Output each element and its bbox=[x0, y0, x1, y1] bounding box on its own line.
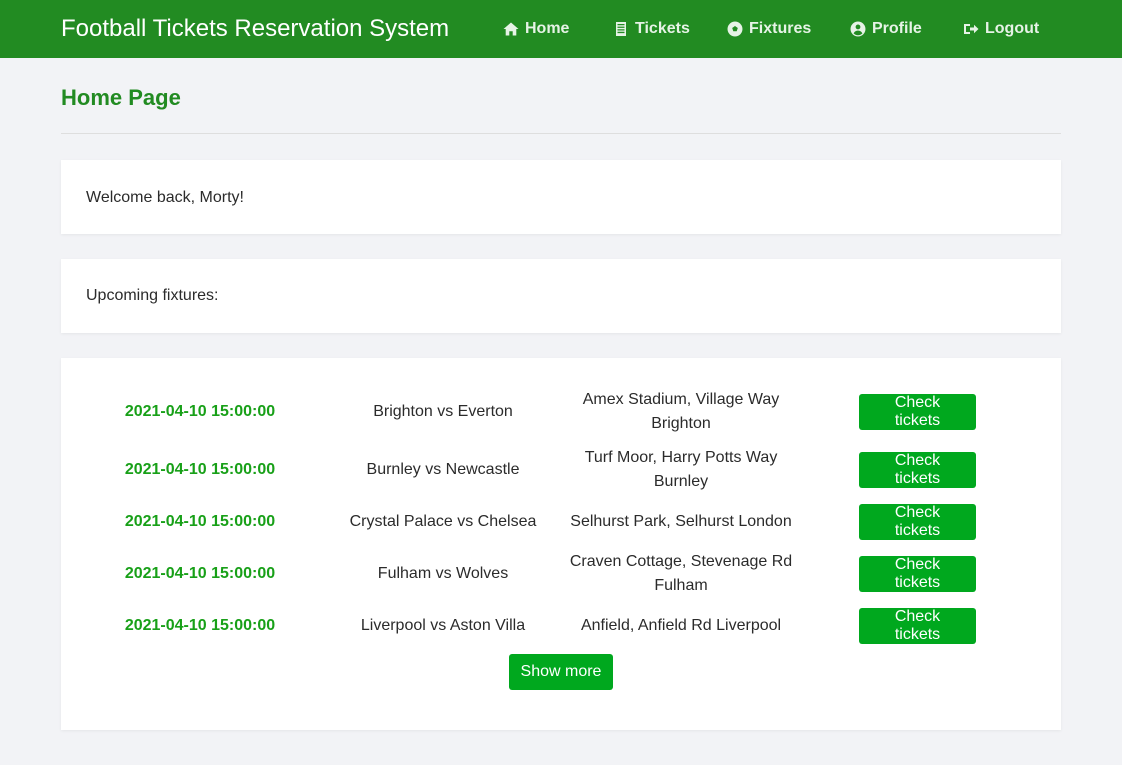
welcome-message: Welcome back, Morty! bbox=[86, 189, 244, 206]
fixture-venue: Turf Moor, Harry Potts Way Burnley bbox=[551, 446, 811, 494]
nav-tickets[interactable]: Tickets bbox=[613, 17, 690, 41]
fixture-row: 2021-04-10 15:00:00 Crystal Palace vs Ch… bbox=[61, 504, 1061, 540]
fixture-venue: Craven Cottage, Stevenage Rd Fulham bbox=[551, 550, 811, 598]
check-tickets-cell: Check tickets bbox=[859, 452, 976, 491]
nav-logout-label: Logout bbox=[985, 20, 1040, 37]
fixture-row: 2021-04-10 15:00:00 Liverpool vs Aston V… bbox=[61, 608, 1061, 644]
fixture-datetime: 2021-04-10 15:00:00 bbox=[124, 617, 276, 634]
nav-profile-label: Profile bbox=[872, 20, 922, 37]
fixture-venue-line1: Selhurst Park, Selhurst London bbox=[570, 513, 792, 530]
app-title: Football Tickets Reservation System bbox=[61, 15, 450, 42]
fixture-match: Fulham vs Wolves bbox=[377, 565, 509, 582]
fixture-venue: Anfield, Anfield Rd Liverpool bbox=[551, 614, 811, 638]
nav-profile[interactable]: Profile bbox=[850, 17, 922, 41]
logout-icon bbox=[963, 21, 979, 37]
title-divider bbox=[61, 133, 1061, 134]
nav-tickets-label: Tickets bbox=[635, 20, 690, 37]
home-icon bbox=[503, 21, 519, 37]
nav-fixtures[interactable]: Fixtures bbox=[727, 17, 811, 41]
check-tickets-cell: Check tickets bbox=[859, 608, 976, 647]
check-tickets-button[interactable]: Check tickets bbox=[859, 394, 976, 430]
check-tickets-button[interactable]: Check tickets bbox=[859, 556, 976, 592]
fixture-match: Burnley vs Newcastle bbox=[366, 461, 520, 478]
check-tickets-button[interactable]: Check tickets bbox=[859, 608, 976, 644]
fixture-venue-line1: Turf Moor, Harry Potts Way bbox=[584, 449, 778, 466]
show-more-button[interactable]: Show more bbox=[508, 654, 614, 690]
welcome-card: Welcome back, Morty! bbox=[61, 160, 1061, 234]
nav-home[interactable]: Home bbox=[503, 17, 569, 41]
fixture-datetime: 2021-04-10 15:00:00 bbox=[124, 461, 276, 478]
nav-home-label: Home bbox=[525, 20, 570, 37]
fixtures-card: 2021-04-10 15:00:00 Brighton vs Everton … bbox=[61, 358, 1061, 730]
fixture-datetime: 2021-04-10 15:00:00 bbox=[124, 565, 276, 582]
upcoming-fixtures-label: Upcoming fixtures: bbox=[86, 287, 219, 304]
fixture-row: 2021-04-10 15:00:00 Burnley vs Newcastle… bbox=[61, 446, 1061, 494]
fixture-venue-line1: Anfield, Anfield Rd Liverpool bbox=[580, 617, 782, 634]
fixture-match: Liverpool vs Aston Villa bbox=[360, 617, 526, 634]
fixture-datetime: 2021-04-10 15:00:00 bbox=[124, 513, 276, 530]
check-tickets-cell: Check tickets bbox=[859, 556, 976, 595]
nav-fixtures-label: Fixtures bbox=[749, 20, 812, 37]
fixture-match: Brighton vs Everton bbox=[373, 403, 513, 420]
ticket-icon bbox=[613, 21, 629, 37]
fixture-row: 2021-04-10 15:00:00 Brighton vs Everton … bbox=[61, 388, 1061, 436]
fixture-venue-line1: Amex Stadium, Village Way bbox=[582, 391, 780, 408]
check-tickets-button[interactable]: Check tickets bbox=[859, 504, 976, 540]
nav-logout[interactable]: Logout bbox=[963, 17, 1039, 41]
check-tickets-cell: Check tickets bbox=[859, 394, 976, 433]
fixture-venue: Selhurst Park, Selhurst London bbox=[551, 510, 811, 534]
fixture-venue-line1: Craven Cottage, Stevenage Rd bbox=[569, 553, 793, 570]
check-tickets-button[interactable]: Check tickets bbox=[859, 452, 976, 488]
fixture-venue-line2: Brighton bbox=[651, 415, 711, 432]
check-tickets-cell: Check tickets bbox=[859, 504, 976, 543]
fixture-datetime: 2021-04-10 15:00:00 bbox=[124, 403, 276, 420]
fixture-venue-line2: Burnley bbox=[653, 473, 709, 490]
fixture-row: 2021-04-10 15:00:00 Fulham vs Wolves Cra… bbox=[61, 550, 1061, 598]
page-title: Home Page bbox=[61, 85, 181, 110]
top-navbar: Football Tickets Reservation System Home… bbox=[0, 0, 1122, 58]
upcoming-header-card: Upcoming fixtures: bbox=[61, 259, 1061, 333]
fixture-venue: Amex Stadium, Village Way Brighton bbox=[551, 388, 811, 436]
user-circle-icon bbox=[850, 21, 866, 37]
football-icon bbox=[727, 21, 743, 37]
fixture-match: Crystal Palace vs Chelsea bbox=[349, 513, 537, 530]
show-more-container: Show more bbox=[61, 654, 1061, 690]
fixture-venue-line2: Fulham bbox=[654, 577, 708, 594]
